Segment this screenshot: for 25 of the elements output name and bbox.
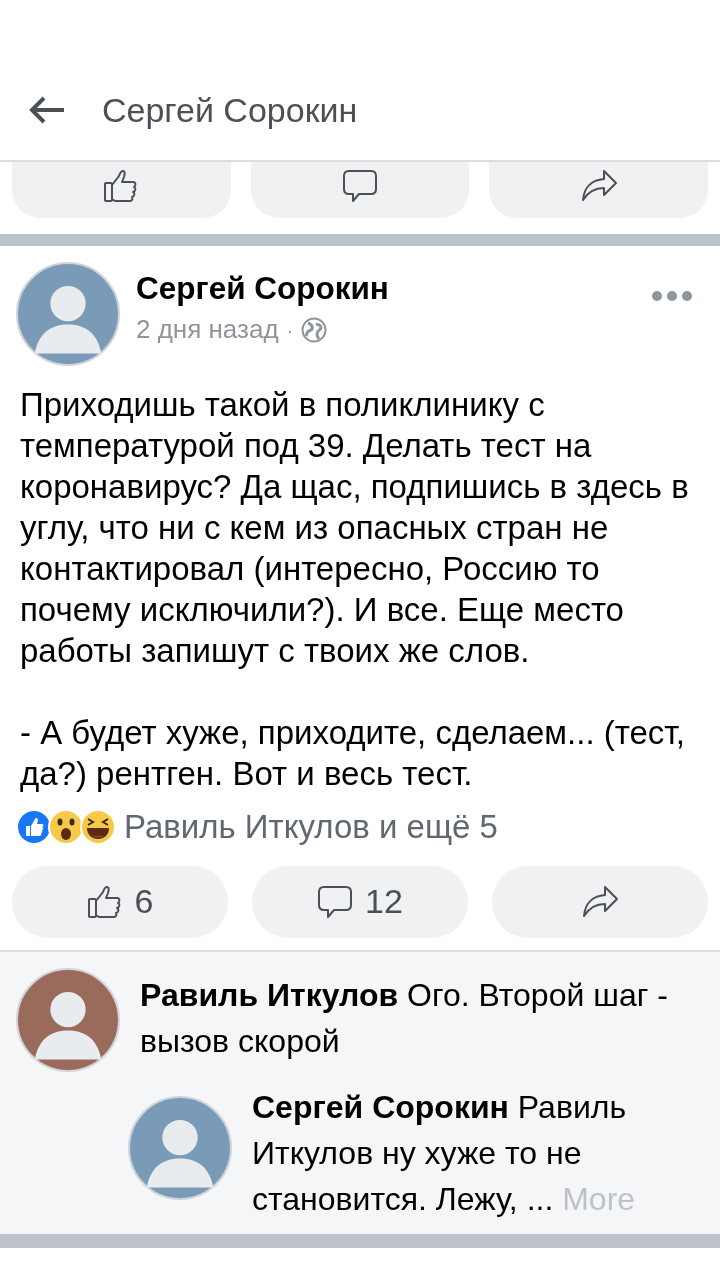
haha-reaction-icon xyxy=(80,808,116,845)
comment-text: Равиль Иткулов Ого. Второй шаг - вызов скорой xyxy=(140,975,669,1061)
globe-icon xyxy=(301,316,328,343)
avatar[interactable] xyxy=(16,262,120,366)
like-reaction-icon xyxy=(16,808,52,845)
speech-bubble-icon xyxy=(317,883,354,920)
thumbs-up-icon xyxy=(86,883,123,920)
more-options-icon[interactable] xyxy=(652,290,692,302)
share-arrow-icon xyxy=(581,883,619,920)
comment-button[interactable] xyxy=(250,162,470,218)
speech-bubble-icon xyxy=(342,168,378,204)
like-button[interactable]: 6 xyxy=(12,865,228,938)
wow-reaction-icon xyxy=(48,808,84,845)
post-text: Приходишь такой в поликлинику с температурой под 39. Делать тест на коронавирус? Да щас, подпишись в здесь в углу, что ни с кем из опасных стран не контактировал (интересно, Россию то почему исключили?). И все. Еще место работы запишут с твоих же слов. xyxy=(20,385,690,671)
like-button[interactable] xyxy=(12,162,231,218)
separator-dot: · xyxy=(286,317,294,343)
avatar[interactable] xyxy=(16,967,120,1072)
author-name[interactable]: Сергей Сорокин xyxy=(136,270,636,306)
page-title: Сергей Сорокин xyxy=(102,89,358,131)
comment-button[interactable]: 12 xyxy=(252,865,468,938)
post-text: - А будет хуже, приходите, сделаем... (тест, да?) рентген. Вот и весь тест. xyxy=(20,713,686,794)
reaction-summary[interactable]: Равиль Иткулов и ещё 5 xyxy=(124,802,498,852)
share-arrow-icon xyxy=(579,168,618,204)
back-arrow-icon[interactable] xyxy=(28,95,66,125)
avatar[interactable] xyxy=(128,1095,232,1200)
